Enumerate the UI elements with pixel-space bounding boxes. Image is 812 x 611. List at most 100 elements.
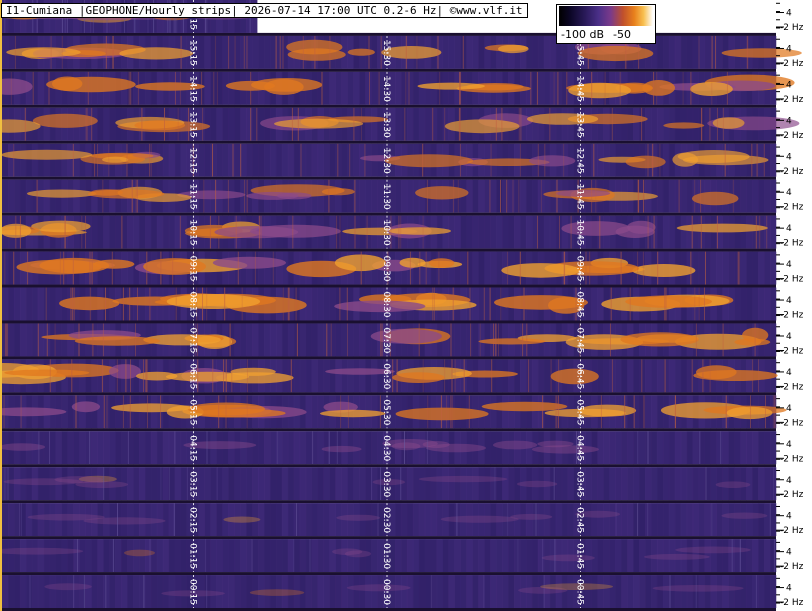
signal-band bbox=[428, 258, 455, 268]
noise-column bbox=[525, 539, 533, 573]
signal-band bbox=[415, 186, 469, 200]
noise-column bbox=[406, 575, 414, 608]
noise-column bbox=[722, 431, 729, 465]
noise-column bbox=[109, 575, 116, 608]
impulse-streak bbox=[160, 467, 162, 501]
noise-column bbox=[686, 35, 694, 69]
impulse-streak bbox=[27, 251, 29, 285]
noise-column bbox=[365, 359, 372, 393]
impulse-streak bbox=[282, 35, 284, 69]
signal-band bbox=[642, 80, 675, 96]
noise-column bbox=[472, 215, 479, 249]
noise-column bbox=[264, 503, 271, 537]
noise-column bbox=[591, 107, 598, 141]
impulse-streak bbox=[354, 215, 356, 249]
impulse-streak bbox=[295, 287, 297, 321]
time-label: 12:30 bbox=[381, 148, 391, 174]
noise-column bbox=[656, 35, 664, 69]
impulse-streak bbox=[143, 359, 144, 393]
noise-column bbox=[25, 179, 33, 213]
noise-column bbox=[49, 539, 57, 573]
impulse-streak bbox=[517, 539, 519, 573]
noise-column bbox=[615, 107, 622, 141]
impulse-streak bbox=[129, 395, 131, 429]
noise-column bbox=[424, 539, 432, 573]
impulse-streak bbox=[495, 323, 497, 357]
noise-column bbox=[496, 395, 503, 429]
impulse-streak bbox=[610, 323, 611, 357]
impulse-streak bbox=[698, 35, 700, 69]
impulse-streak bbox=[563, 143, 565, 177]
noise-column bbox=[127, 575, 134, 608]
noise-column bbox=[740, 179, 747, 213]
impulse-streak bbox=[724, 143, 726, 177]
noise-column bbox=[770, 179, 777, 213]
noise-column bbox=[752, 539, 759, 573]
noise-column bbox=[496, 215, 503, 249]
impulse-streak bbox=[725, 395, 727, 429]
noise-column bbox=[484, 215, 491, 249]
impulse-streak bbox=[559, 215, 560, 249]
noise-column bbox=[603, 539, 610, 573]
noise-column bbox=[746, 539, 753, 573]
noise-column bbox=[127, 467, 134, 501]
impulse-streak bbox=[462, 35, 464, 69]
impulse-streak bbox=[732, 179, 734, 213]
signal-band bbox=[75, 481, 129, 488]
noise-column bbox=[466, 323, 473, 357]
impulse-streak bbox=[174, 431, 176, 465]
noise-column bbox=[502, 179, 509, 213]
freq-label-4: 4 bbox=[786, 404, 792, 414]
impulse-streak bbox=[14, 35, 16, 69]
strip-separator bbox=[2, 500, 776, 504]
impulse-streak bbox=[129, 287, 131, 321]
impulse-streak bbox=[227, 179, 229, 213]
noise-column bbox=[127, 251, 134, 285]
noise-column bbox=[537, 215, 545, 249]
strip-05: 05:15 05:30 05:45 bbox=[0, 395, 787, 432]
impulse-streak bbox=[570, 215, 572, 249]
noise-column bbox=[621, 359, 628, 393]
noise-column bbox=[472, 179, 479, 213]
noise-column bbox=[448, 575, 455, 608]
impulse-streak bbox=[722, 323, 724, 357]
noise-column bbox=[359, 359, 366, 393]
strip-09: 09:15 09:30 09:45 bbox=[2, 251, 777, 288]
impulse-streak bbox=[228, 35, 230, 69]
impulse-streak bbox=[260, 215, 262, 249]
noise-column bbox=[412, 503, 420, 537]
time-label: 04:15 bbox=[188, 435, 198, 461]
noise-column bbox=[591, 539, 598, 573]
noise-column bbox=[472, 251, 479, 285]
noise-column bbox=[484, 539, 491, 573]
strip-04: 04:15 04:30 04:45 bbox=[0, 431, 777, 468]
freq-label-4: 4 bbox=[786, 80, 792, 90]
impulse-streak bbox=[701, 107, 703, 141]
time-label: 11:30 bbox=[381, 184, 391, 210]
noise-column bbox=[371, 71, 378, 105]
noise-column bbox=[329, 287, 336, 321]
noise-column bbox=[758, 287, 765, 321]
noise-column bbox=[55, 575, 63, 608]
noise-column bbox=[692, 215, 700, 249]
noise-column bbox=[686, 431, 694, 465]
noise-column bbox=[281, 323, 289, 357]
impulse-streak bbox=[437, 35, 439, 69]
impulse-streak bbox=[293, 539, 295, 573]
impulse-streak bbox=[507, 251, 508, 285]
impulse-streak bbox=[212, 143, 213, 177]
noise-column bbox=[460, 467, 467, 501]
impulse-streak bbox=[405, 71, 407, 105]
noise-column bbox=[514, 179, 521, 213]
noise-column bbox=[758, 179, 765, 213]
impulse-streak bbox=[116, 359, 118, 393]
impulse-streak bbox=[296, 323, 298, 357]
impulse-streak bbox=[629, 287, 631, 321]
signal-band bbox=[276, 192, 312, 200]
noise-column bbox=[662, 35, 670, 69]
impulse-streak bbox=[641, 107, 643, 141]
impulse-streak bbox=[585, 251, 587, 285]
impulse-streak bbox=[212, 359, 214, 393]
impulse-streak bbox=[366, 215, 368, 249]
impulse-streak bbox=[205, 539, 207, 573]
